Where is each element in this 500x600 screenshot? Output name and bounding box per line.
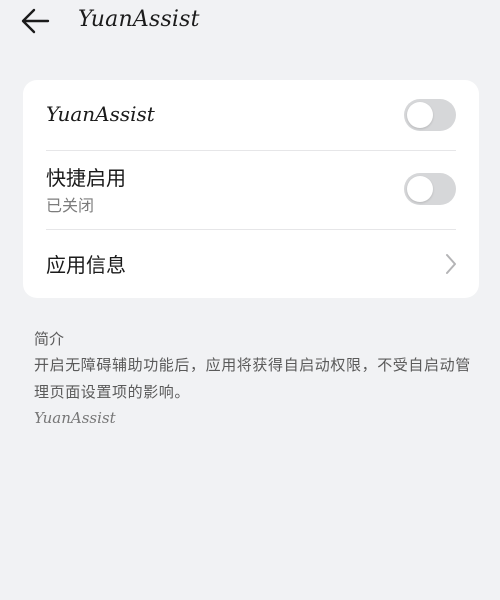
setting-status-quick-enable: 已关闭 (46, 196, 95, 215)
header: YuanAssist (0, 0, 500, 44)
setting-label-app-info: 应用信息 (46, 253, 126, 277)
setting-row-app-info[interactable]: 应用信息 (23, 229, 479, 298)
settings-card: YuanAssist 快捷启用 已关闭 应用信息 (23, 80, 479, 298)
setting-label-yuanassist: YuanAssist (46, 102, 155, 126)
setting-row-quick-enable[interactable]: 快捷启用 已关闭 (23, 150, 479, 229)
setting-row-yuanassist[interactable]: YuanAssist (23, 80, 479, 150)
about-section: 简介 开启无障碍辅助功能后，应用将获得自启动权限，不受自启动管理页面设置项的影响… (34, 330, 474, 427)
setting-label-quick-enable: 快捷启用 (46, 166, 126, 190)
toggle-knob (407, 176, 433, 202)
back-button[interactable] (18, 4, 58, 38)
about-description: 开启无障碍辅助功能后，应用将获得自启动权限，不受自启动管理页面设置项的影响。 (34, 356, 471, 401)
page-title: YuanAssist (78, 7, 200, 32)
back-arrow-icon (21, 8, 50, 34)
yuanassist-toggle[interactable] (404, 99, 456, 131)
about-title: 简介 (34, 330, 65, 348)
chevron-right-icon (446, 254, 456, 274)
quick-enable-toggle[interactable] (404, 173, 456, 205)
about-footer: YuanAssist (34, 409, 116, 427)
toggle-knob (407, 102, 433, 128)
